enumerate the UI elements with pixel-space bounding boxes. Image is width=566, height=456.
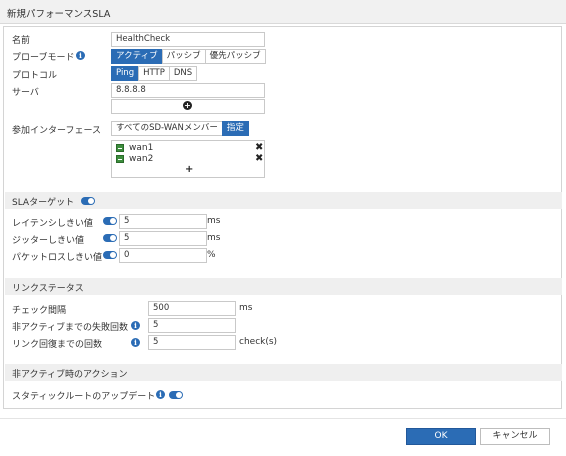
jitter-input[interactable]: 5 xyxy=(119,231,207,246)
remove-icon[interactable]: ✖ xyxy=(255,154,263,164)
dialog-title: 新規パフォーマンスSLA xyxy=(7,9,111,20)
failures-input[interactable]: 5 xyxy=(148,318,236,333)
probe-mode-active-button[interactable]: アクティブ xyxy=(111,49,163,64)
members-mode-selector: すべてのSD-WANメンバー 指定 xyxy=(111,121,249,136)
check-interval-unit: ms xyxy=(239,303,253,313)
static-route-update-toggle-icon[interactable] xyxy=(169,391,183,399)
probe-mode-passive-button[interactable]: パッシブ xyxy=(161,49,206,64)
packet-loss-input[interactable]: 0 xyxy=(119,248,207,263)
protocol-http-button[interactable]: HTTP xyxy=(138,66,170,81)
add-server-icon[interactable]: + xyxy=(183,101,192,110)
section-inactive-actions-title: 非アクティブ時のアクション xyxy=(12,370,128,380)
jitter-toggle-icon[interactable] xyxy=(103,234,117,242)
interface-list: wan1 ✖ wan2 ✖ + xyxy=(111,140,265,178)
check-interval-label: チェック間隔 xyxy=(12,306,67,316)
footer-divider xyxy=(0,418,566,419)
jitter-unit: ms xyxy=(207,233,221,243)
static-route-update-label: スタティックルートのアップデート xyxy=(12,392,156,402)
recovery-label: リンク回復までの回数 xyxy=(12,340,103,350)
failures-label: 非アクティブまでの失敗回数 xyxy=(12,323,129,333)
info-icon[interactable]: i xyxy=(156,390,165,399)
remove-icon[interactable]: ✖ xyxy=(255,143,263,153)
info-icon[interactable]: i xyxy=(131,321,140,330)
sla-target-toggle-icon[interactable] xyxy=(81,197,95,205)
recovery-unit: check(s) xyxy=(239,337,278,347)
latency-label: レイテンシしきい値 xyxy=(12,219,93,229)
add-interface-icon[interactable]: + xyxy=(185,165,193,175)
dialog-title-bar: 新規パフォーマンスSLA xyxy=(0,0,566,24)
interface-item: wan1 xyxy=(129,143,154,153)
section-link-status-title: リンクステータス xyxy=(12,284,84,294)
probe-mode-selector: アクティブ パッシブ 優先パッシブ xyxy=(111,49,266,64)
interface-icon xyxy=(116,155,124,163)
members-label: 参加インターフェース xyxy=(12,126,102,136)
interface-icon xyxy=(116,144,124,152)
probe-mode-label: プローブモード xyxy=(12,53,75,63)
members-specify-button[interactable]: 指定 xyxy=(221,121,249,136)
recovery-input[interactable]: 5 xyxy=(148,335,236,350)
name-label: 名前 xyxy=(12,36,31,46)
server-label: サーバ xyxy=(12,88,39,98)
probe-mode-prefer-passive-button[interactable]: 優先パッシブ xyxy=(204,49,266,64)
name-input[interactable]: HealthCheck xyxy=(111,32,265,47)
ok-button[interactable]: OK xyxy=(406,428,476,445)
check-interval-input[interactable]: 500 xyxy=(148,301,236,316)
protocol-label: プロトコル xyxy=(12,71,58,81)
latency-toggle-icon[interactable] xyxy=(103,217,117,225)
packet-loss-label: パケットロスしきい値 xyxy=(12,253,103,263)
protocol-ping-button[interactable]: Ping xyxy=(111,66,140,81)
form-panel: 名前 HealthCheck プローブモード i アクティブ パッシブ 優先パッ… xyxy=(3,26,562,409)
members-all-button[interactable]: すべてのSD-WANメンバー xyxy=(111,121,223,136)
cancel-button[interactable]: キャンセル xyxy=(480,428,550,445)
server-input-1[interactable]: 8.8.8.8 xyxy=(111,83,265,98)
section-link-status: リンクステータス xyxy=(5,278,562,295)
protocol-selector: Ping HTTP DNS xyxy=(111,66,198,81)
section-sla-target-title: SLAターゲット xyxy=(12,198,75,208)
section-inactive-actions: 非アクティブ時のアクション xyxy=(5,364,562,381)
latency-unit: ms xyxy=(207,216,221,226)
info-icon[interactable]: i xyxy=(76,51,85,60)
info-icon[interactable]: i xyxy=(131,338,140,347)
interface-item: wan2 xyxy=(129,154,154,164)
packet-loss-toggle-icon[interactable] xyxy=(103,251,117,259)
latency-input[interactable]: 5 xyxy=(119,214,207,229)
protocol-dns-button[interactable]: DNS xyxy=(168,66,198,81)
packet-loss-unit: % xyxy=(207,250,216,260)
section-sla-target: SLAターゲット xyxy=(5,192,562,209)
jitter-label: ジッターしきい値 xyxy=(12,236,85,246)
